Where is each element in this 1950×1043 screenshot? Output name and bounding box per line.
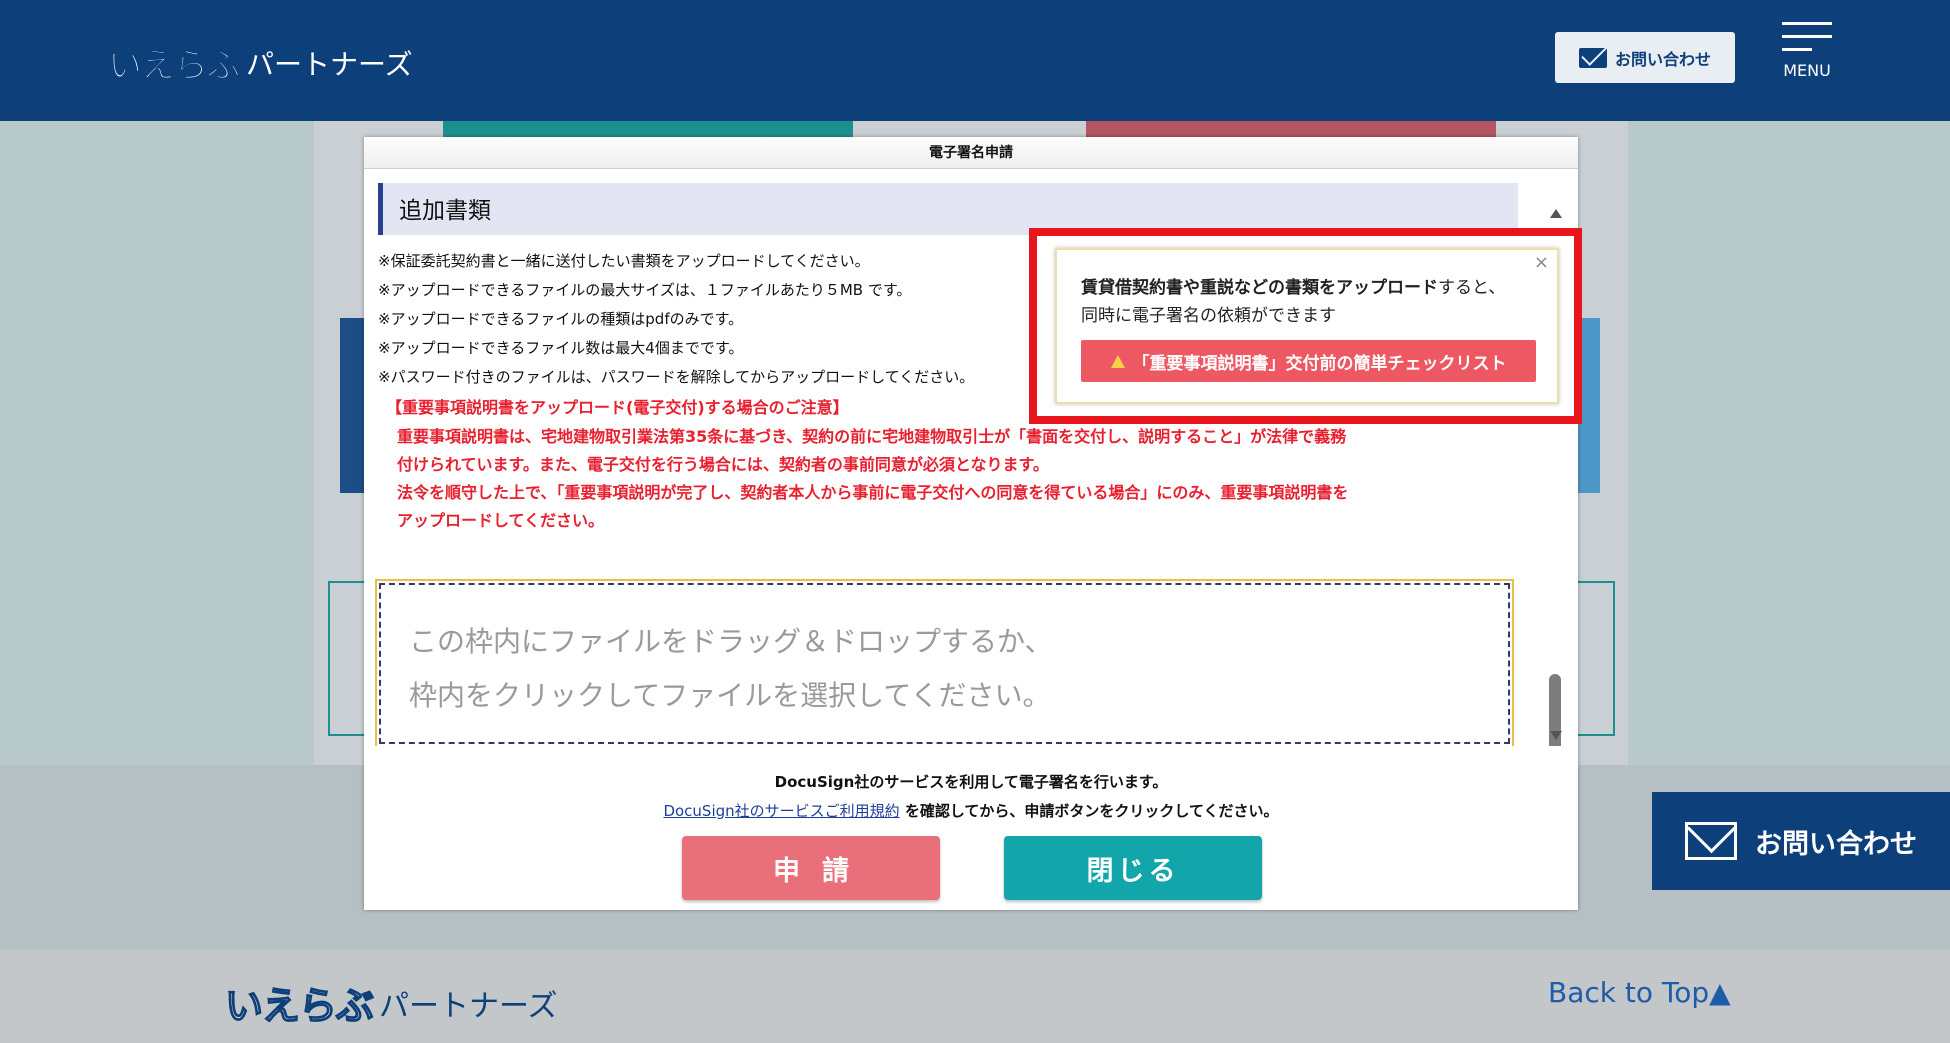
checklist-button-label: 「重要事項説明書」交付前の簡単チェックリスト: [1132, 353, 1507, 374]
terms-notice: DocuSign社のサービスご利用規約 を確認してから、申請ボタンをクリックして…: [364, 800, 1578, 821]
docusign-notice: DocuSign社のサービスを利用して電子署名を行います。: [774, 773, 1168, 791]
hamburger-icon-bar: [1782, 35, 1832, 38]
close-button[interactable]: 閉じる: [1004, 836, 1262, 900]
modal-title: 電子署名申請: [364, 137, 1578, 169]
close-icon[interactable]: ×: [1534, 252, 1549, 273]
hamburger-icon: [1782, 22, 1832, 25]
warning-line: 法令を順守した上で、「重要事項説明が完了し、契約者本人から事前に電子交付への同意…: [397, 483, 1349, 502]
hamburger-icon-bar: [1782, 48, 1812, 51]
checklist-button[interactable]: 「重要事項説明書」交付前の簡単チェックリスト: [1081, 340, 1536, 382]
note-item: ※保証委託契約書と一緒に送付したい書類をアップロードしてください。: [378, 252, 870, 270]
dropzone-inner[interactable]: この枠内にファイルをドラッグ＆ドロップするか、 枠内をクリックしてファイルを選択…: [379, 583, 1510, 744]
warning-line: 付けられています。また、電子交付を行う場合には、契約者の事前同意が必須となります…: [397, 455, 1049, 474]
file-dropzone[interactable]: この枠内にファイルをドラッグ＆ドロップするか、 枠内をクリックしてファイルを選択…: [375, 579, 1514, 746]
popup-text: 賃貸借契約書や重説などの書類をアップロードすると、 同時に電子署名の依頼ができま…: [1081, 274, 1541, 330]
back-to-top-link[interactable]: Back to Top▲: [1548, 976, 1731, 1009]
floating-contact-label: お問い合わせ: [1755, 828, 1917, 860]
warning-line: アップロードしてください。: [397, 511, 605, 530]
logo-mark: いえらぶ: [108, 46, 242, 87]
note-item: ※アップロードできるファイルの最大サイズは、１ファイルあたり５MB です。: [378, 281, 912, 299]
popup-text-line2: 同時に電子署名の依頼ができます: [1081, 306, 1336, 326]
docusign-terms-link[interactable]: DocuSign社のサービスご利用規約: [663, 802, 899, 820]
note-item: ※パスワード付きのファイルは、パスワードを解除してからアップロードしてください。: [378, 368, 975, 386]
background-outline-right: [1575, 581, 1615, 736]
footer-logo[interactable]: いえらぶ パートナーズ: [224, 975, 558, 1030]
scroll-up-arrow-icon[interactable]: [1550, 209, 1562, 218]
dropzone-instruction: 枠内をクリックしてファイルを選択してください。: [409, 679, 1051, 712]
note-item: ※アップロードできるファイル数は最大4個までです。: [378, 339, 744, 357]
floating-contact-button[interactable]: お問い合わせ: [1652, 792, 1950, 890]
logo-text: パートナーズ: [379, 988, 558, 1024]
warning-icon: [1110, 354, 1125, 368]
section-title: 追加書類: [399, 198, 491, 224]
terms-notice-rest: を確認してから、申請ボタンをクリックしてください。: [899, 802, 1279, 820]
mail-icon: [1685, 822, 1737, 860]
menu-label: MENU: [1783, 61, 1831, 80]
upload-hint-popup: × 賃貸借契約書や重説などの書類をアップロードすると、 同時に電子署名の依頼がで…: [1055, 248, 1559, 404]
note-item: ※アップロードできるファイルの種類はpdfのみです。: [378, 310, 744, 328]
site-logo[interactable]: いえらぶ パートナーズ: [108, 38, 413, 87]
background-outline-left: [328, 581, 368, 736]
background-red-card: [1086, 121, 1496, 137]
warning-body: 重要事項説明書は、宅地建物取引業法第35条に基づき、契約の前に宅地建物取引士が「…: [397, 423, 1517, 535]
modal-footer: DocuSign社のサービスを利用して電子署名を行います。 DocuSign社の…: [364, 757, 1578, 821]
warning-line: 重要事項説明書は、宅地建物取引業法第35条に基づき、契約の前に宅地建物取引士が「…: [397, 427, 1347, 446]
background-blue-card-left: [340, 318, 364, 493]
dropzone-instruction: この枠内にファイルをドラッグ＆ドロップするか、: [409, 625, 1053, 658]
site-header: いえらぶ パートナーズ お問い合わせ MENU: [0, 0, 1950, 121]
logo-text: パートナーズ: [246, 47, 413, 81]
mail-icon: [1578, 47, 1607, 68]
header-contact-button[interactable]: お問い合わせ: [1555, 32, 1735, 83]
background-teal-card: [443, 121, 853, 137]
popup-text-bold: 賃貸借契約書や重説などの書類をアップロード: [1081, 278, 1438, 298]
menu-button[interactable]: MENU: [1782, 22, 1832, 80]
apply-button[interactable]: 申請: [682, 836, 940, 900]
logo-mark: いえらぶ: [224, 983, 375, 1029]
scroll-down-arrow-icon[interactable]: [1550, 731, 1562, 740]
header-contact-label: お問い合わせ: [1614, 49, 1711, 69]
popup-text-rest: すると、: [1438, 278, 1506, 298]
warning-title: 【重要事項説明書をアップロード(電子交付)する場合のご注意】: [386, 398, 849, 417]
upload-notes: ※保証委託契約書と一緒に送付したい書類をアップロードしてください。 ※アップロー…: [378, 247, 974, 392]
